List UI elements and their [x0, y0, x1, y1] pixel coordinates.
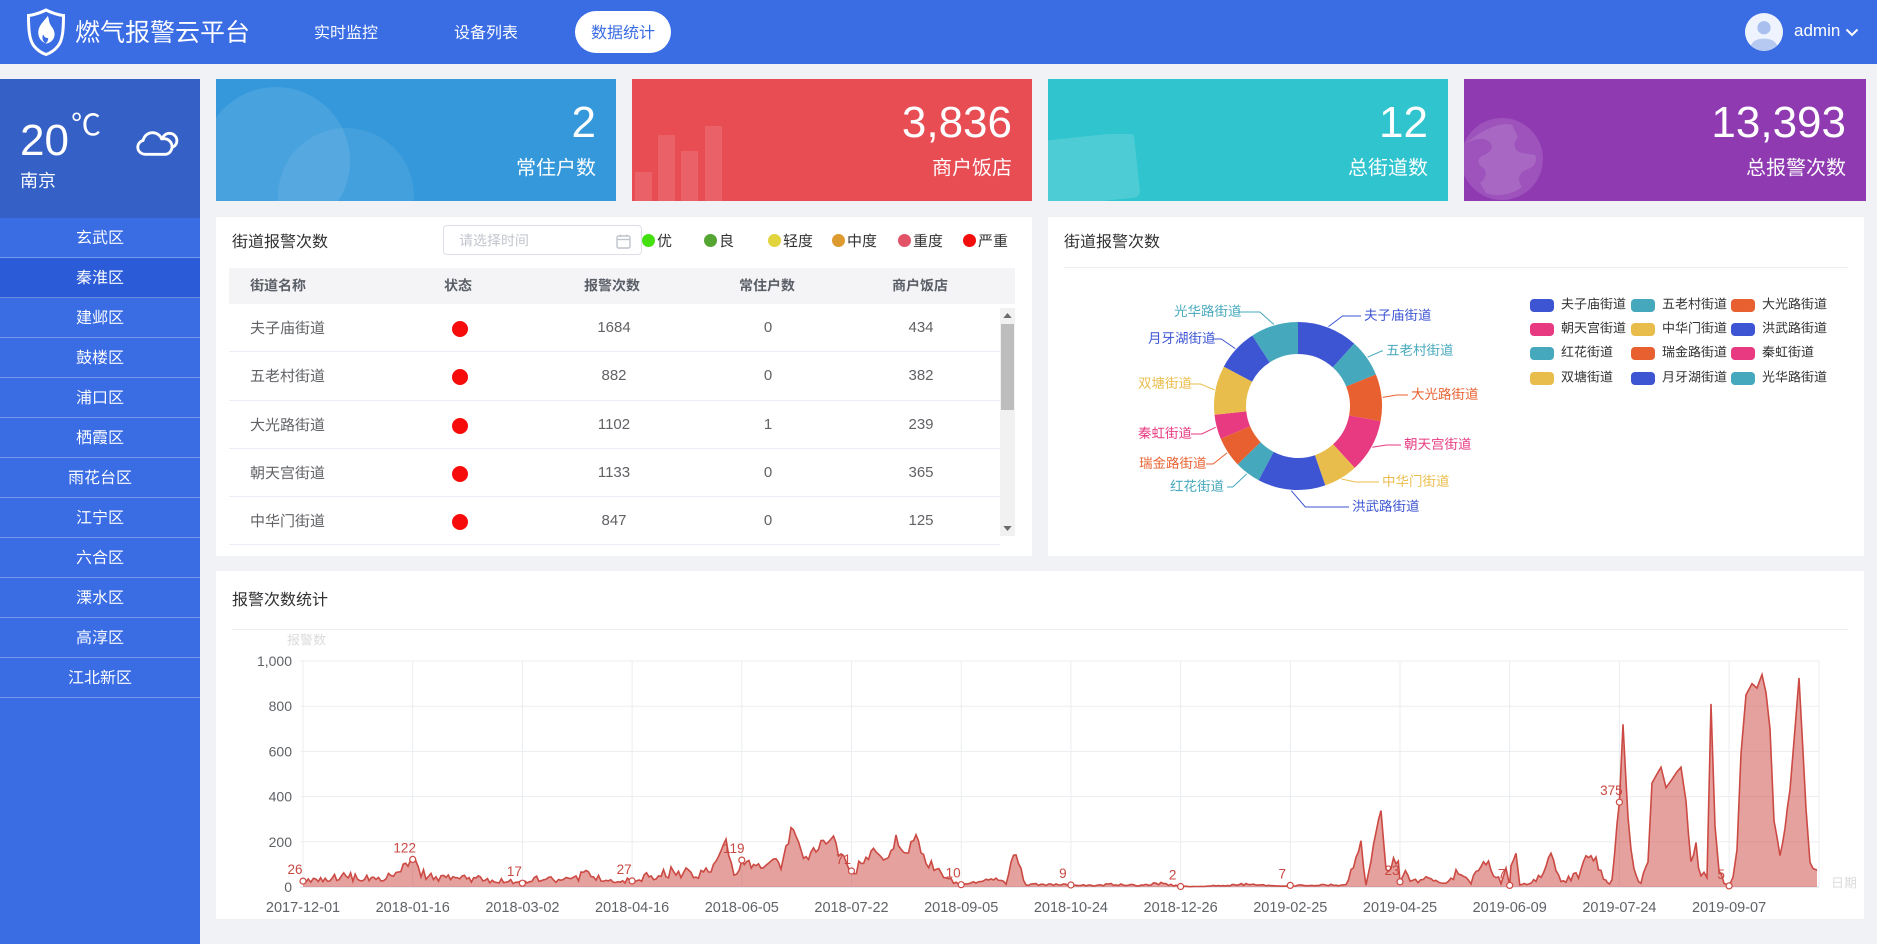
svg-text:26: 26	[287, 862, 302, 877]
svg-text:7: 7	[1279, 866, 1287, 881]
svg-text:71: 71	[836, 852, 851, 867]
svg-text:2018-01-16: 2018-01-16	[376, 900, 450, 916]
svg-text:2018-04-16: 2018-04-16	[595, 900, 669, 916]
svg-text:17: 17	[507, 864, 522, 879]
svg-text:2018-10-24: 2018-10-24	[1034, 900, 1108, 916]
svg-text:2: 2	[1169, 868, 1177, 883]
svg-text:2018-07-22: 2018-07-22	[814, 900, 888, 916]
svg-text:375: 375	[1600, 783, 1623, 798]
svg-text:2018-06-05: 2018-06-05	[705, 900, 779, 916]
svg-text:119: 119	[723, 841, 745, 856]
svg-text:600: 600	[269, 743, 293, 759]
svg-text:10: 10	[946, 866, 961, 881]
svg-text:2017-12-01: 2017-12-01	[266, 900, 340, 916]
svg-text:2019-07-24: 2019-07-24	[1582, 900, 1656, 916]
svg-text:400: 400	[269, 789, 293, 805]
svg-text:2019-09-07: 2019-09-07	[1692, 900, 1766, 916]
svg-text:2019-02-25: 2019-02-25	[1253, 900, 1327, 916]
svg-text:2018-09-05: 2018-09-05	[924, 900, 998, 916]
svg-text:200: 200	[269, 834, 293, 850]
svg-text:1,000: 1,000	[257, 653, 292, 669]
svg-text:800: 800	[269, 698, 293, 714]
svg-text:5: 5	[1717, 867, 1725, 882]
svg-text:0: 0	[284, 879, 292, 895]
svg-text:23: 23	[1384, 863, 1399, 878]
svg-text:2018-03-02: 2018-03-02	[485, 900, 559, 916]
svg-text:2019-04-25: 2019-04-25	[1363, 900, 1437, 916]
svg-text:2018-12-26: 2018-12-26	[1144, 900, 1218, 916]
svg-text:9: 9	[1059, 866, 1067, 881]
svg-text:7: 7	[1498, 866, 1506, 881]
svg-text:122: 122	[393, 840, 416, 855]
svg-text:2019-06-09: 2019-06-09	[1473, 900, 1547, 916]
svg-text:27: 27	[617, 862, 632, 877]
